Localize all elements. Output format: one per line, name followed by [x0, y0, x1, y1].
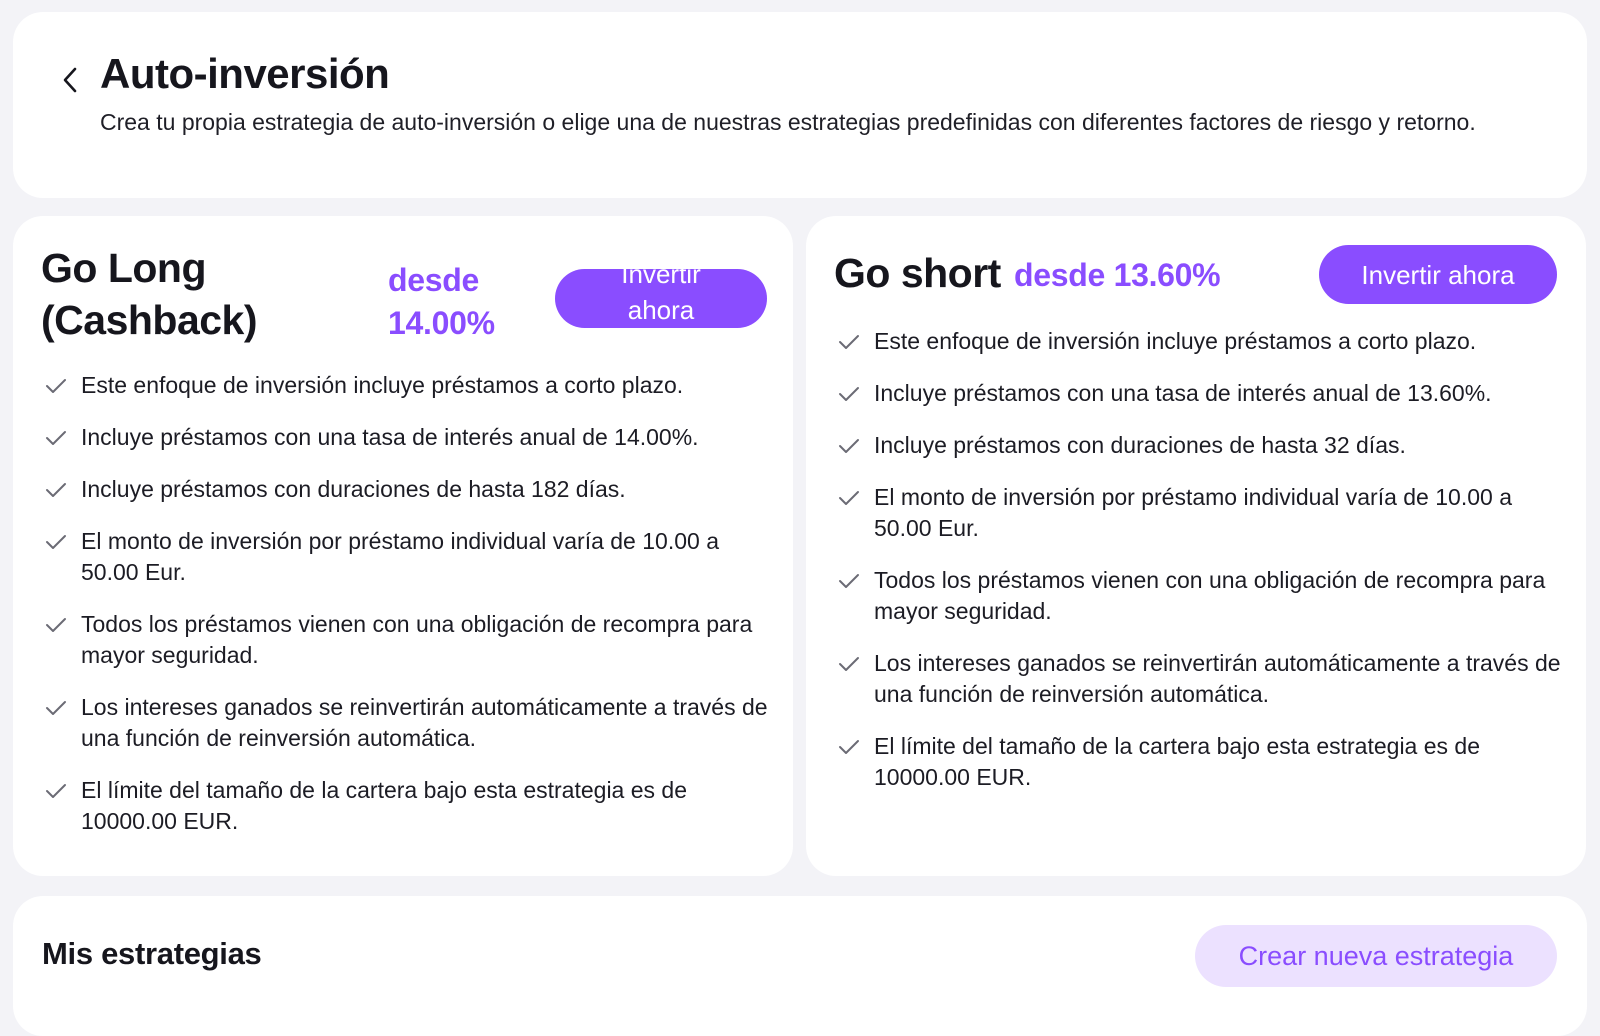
- check-icon: [46, 535, 66, 549]
- feature-text: Este enfoque de inversión incluye présta…: [81, 372, 684, 398]
- check-icon: [46, 784, 66, 798]
- check-icon: [839, 387, 859, 401]
- check-icon: [46, 701, 66, 715]
- feature-item: Todos los préstamos vienen con una oblig…: [41, 609, 781, 671]
- chevron-left-icon: [63, 67, 77, 93]
- feature-item: Todos los préstamos vienen con una oblig…: [834, 565, 1574, 627]
- invest-now-button[interactable]: Invertir ahora: [1319, 245, 1557, 304]
- feature-text: Incluye préstamos con una tasa de interé…: [874, 380, 1492, 406]
- check-icon: [839, 439, 859, 453]
- strategy-card-go-short: Go short desde 13.60% Invertir ahora Est…: [806, 216, 1586, 876]
- feature-text: Todos los préstamos vienen con una oblig…: [81, 611, 753, 668]
- feature-item: Los intereses ganados se reinvertirán au…: [41, 692, 781, 754]
- feature-item: El monto de inversión por préstamo indiv…: [834, 482, 1574, 544]
- create-strategy-button[interactable]: Crear nueva estrategia: [1195, 925, 1557, 987]
- feature-text: Incluye préstamos con una tasa de interé…: [81, 424, 699, 450]
- check-icon: [839, 335, 859, 349]
- my-strategies-section: Mis estrategias Crear nueva estrategia: [13, 896, 1587, 1036]
- check-icon: [839, 491, 859, 505]
- feature-item: El monto de inversión por préstamo indiv…: [41, 526, 781, 588]
- feature-text: Este enfoque de inversión incluye présta…: [874, 328, 1477, 354]
- feature-item: Este enfoque de inversión incluye présta…: [834, 326, 1574, 357]
- check-icon: [839, 574, 859, 588]
- check-icon: [839, 740, 859, 754]
- rate-value: 14.00%: [388, 305, 495, 341]
- invest-now-button[interactable]: Invertir ahora: [555, 259, 767, 328]
- back-button[interactable]: [53, 62, 89, 98]
- feature-item: Incluye préstamos con una tasa de interé…: [834, 378, 1574, 409]
- check-icon: [46, 618, 66, 632]
- feature-item: Los intereses ganados se reinvertirán au…: [834, 648, 1574, 710]
- feature-text: El límite del tamaño de la cartera bajo …: [81, 777, 688, 834]
- strategy-card-go-long: Go Long (Cashback) desde 14.00% Invertir…: [13, 216, 793, 876]
- page-title: Auto-inversión: [100, 50, 390, 97]
- check-icon: [46, 483, 66, 497]
- feature-item: Incluye préstamos con duraciones de hast…: [41, 474, 781, 505]
- feature-item: Incluye préstamos con duraciones de hast…: [834, 430, 1574, 461]
- strategy-title-line: Go Long: [41, 245, 207, 291]
- strategy-rate: desde 13.60%: [1014, 257, 1221, 293]
- strategy-title-line: (Cashback): [41, 297, 258, 343]
- feature-item: Este enfoque de inversión incluye présta…: [41, 370, 781, 401]
- button-label-line: Invertir: [621, 258, 701, 289]
- strategy-rate: desde 14.00%: [388, 259, 495, 345]
- feature-text: El límite del tamaño de la cartera bajo …: [874, 733, 1481, 790]
- feature-text: Todos los préstamos vienen con una oblig…: [874, 567, 1546, 624]
- feature-list: Este enfoque de inversión incluye présta…: [834, 326, 1574, 814]
- feature-text: Los intereses ganados se reinvertirán au…: [874, 650, 1561, 707]
- check-icon: [839, 657, 859, 671]
- strategy-title: Go Long (Cashback): [41, 242, 258, 346]
- feature-item: El límite del tamaño de la cartera bajo …: [834, 731, 1574, 793]
- rate-label: desde: [388, 262, 479, 298]
- feature-item: El límite del tamaño de la cartera bajo …: [41, 775, 781, 837]
- feature-item: Incluye préstamos con una tasa de interé…: [41, 422, 781, 453]
- header-card: Auto-inversión Crea tu propia estrategia…: [13, 12, 1587, 198]
- feature-text: Incluye préstamos con duraciones de hast…: [81, 476, 626, 502]
- feature-text: El monto de inversión por préstamo indiv…: [81, 528, 719, 585]
- feature-list: Este enfoque de inversión incluye présta…: [41, 370, 781, 858]
- check-icon: [46, 431, 66, 445]
- feature-text: El monto de inversión por préstamo indiv…: [874, 484, 1512, 541]
- strategy-title: Go short: [834, 250, 1001, 296]
- page-description: Crea tu propia estrategia de auto-invers…: [100, 109, 1476, 135]
- check-icon: [46, 379, 66, 393]
- button-label-line: ahora: [627, 294, 695, 325]
- section-title: Mis estrategias: [42, 936, 262, 971]
- feature-text: Incluye préstamos con duraciones de hast…: [874, 432, 1406, 458]
- feature-text: Los intereses ganados se reinvertirán au…: [81, 694, 768, 751]
